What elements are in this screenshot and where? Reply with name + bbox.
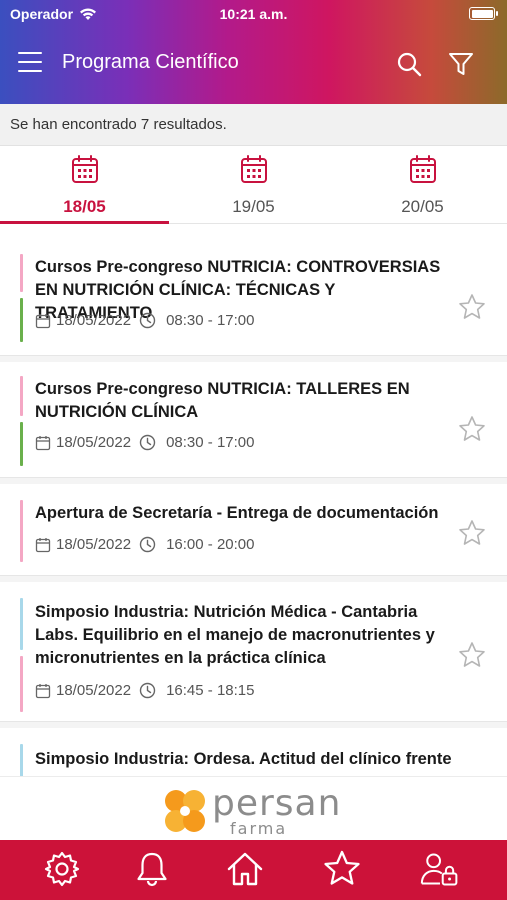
app-header: Operador 10:21 a.m. Programa Científico [0, 0, 507, 104]
sponsor-logo: persan farma [160, 783, 360, 838]
event-title: Cursos Pre-congreso NUTRICIA: TALLERES E… [35, 380, 410, 421]
star-icon[interactable] [457, 292, 487, 322]
results-bar: Se han encontrado 7 resultados. [0, 104, 507, 146]
filter-icon[interactable] [447, 50, 475, 78]
page-title: Programa Científico [62, 51, 239, 73]
list-item[interactable]: Simposio Industria: Nutrición Médica - C… [0, 582, 507, 722]
category-bar [20, 656, 23, 712]
star-icon[interactable] [457, 640, 487, 670]
event-date: 18/05/2022 [56, 536, 132, 553]
tab-active-indicator [0, 221, 169, 224]
category-bar [20, 422, 23, 466]
date-tabs: 18/05 19/05 20/05 [0, 146, 507, 224]
tab-label: 18/05 [63, 197, 106, 216]
status-time: 10:21 a.m. [219, 6, 288, 22]
event-meta: 18/05/2022 08:30 - 17:00 [35, 312, 254, 329]
clock-icon [139, 434, 156, 451]
event-meta: 18/05/2022 16:45 - 18:15 [35, 682, 254, 699]
bottom-nav [0, 840, 507, 900]
list-item[interactable]: Cursos Pre-congreso NUTRICIA: CONTROVERS… [0, 242, 507, 356]
star-icon[interactable] [457, 518, 487, 548]
search-icon[interactable] [395, 50, 423, 78]
clock-icon [139, 682, 156, 699]
event-title: Apertura de Secretaría - Entrega de docu… [35, 504, 439, 522]
event-time: 16:45 - 18:15 [166, 682, 255, 699]
star-icon[interactable] [322, 849, 362, 889]
category-bar [20, 298, 23, 342]
category-bar [20, 376, 23, 416]
calendar-small-icon [35, 537, 51, 552]
event-time: 16:00 - 20:00 [166, 536, 255, 553]
calendar-icon [409, 155, 436, 183]
results-count: Se han encontrado 7 resultados. [10, 116, 227, 133]
event-title: Simposio Industria: Ordesa. Actitud del … [35, 750, 452, 768]
bell-icon[interactable] [132, 849, 172, 889]
clock-icon [139, 312, 156, 329]
battery-icon [469, 7, 498, 20]
sponsor-banner[interactable]: persan farma [0, 776, 507, 840]
list-item[interactable]: Apertura de Secretaría - Entrega de docu… [0, 484, 507, 576]
calendar-small-icon [35, 313, 51, 328]
status-bar: Operador 10:21 a.m. [0, 0, 507, 28]
calendar-icon [71, 155, 98, 183]
event-date: 18/05/2022 [56, 682, 132, 699]
sponsor-name: persan [212, 783, 342, 824]
home-icon[interactable] [225, 849, 265, 889]
sponsor-flower-icon [165, 790, 205, 832]
event-time: 08:30 - 17:00 [166, 434, 255, 451]
category-bar [20, 500, 23, 562]
calendar-icon [240, 155, 267, 183]
clock-icon [139, 536, 156, 553]
event-meta: 18/05/2022 08:30 - 17:00 [35, 434, 254, 451]
calendar-small-icon [35, 435, 51, 450]
settings-icon[interactable] [42, 849, 82, 889]
tab-label: 20/05 [401, 197, 444, 216]
toolbar: Programa Científico [0, 40, 507, 90]
event-date: 18/05/2022 [56, 312, 132, 329]
list-item[interactable]: Simposio Industria: Ordesa. Actitud del … [0, 728, 507, 776]
event-title: Simposio Industria: Nutrición Médica - C… [35, 603, 435, 667]
event-meta: 18/05/2022 16:00 - 20:00 [35, 536, 254, 553]
category-bar [20, 254, 23, 292]
event-time: 08:30 - 17:00 [166, 312, 255, 329]
list-item[interactable]: Cursos Pre-congreso NUTRICIA: TALLERES E… [0, 362, 507, 478]
sponsor-sub: farma [230, 819, 288, 838]
calendar-small-icon [35, 683, 51, 698]
category-bar [20, 598, 23, 650]
tab-date-2[interactable]: 19/05 [169, 146, 338, 224]
menu-icon[interactable] [18, 52, 44, 74]
tab-date-3[interactable]: 20/05 [338, 146, 507, 224]
user-lock-icon[interactable] [420, 849, 460, 889]
tab-label: 19/05 [232, 197, 275, 216]
tab-date-1[interactable]: 18/05 [0, 146, 169, 224]
event-date: 18/05/2022 [56, 434, 132, 451]
category-bar [20, 744, 23, 776]
star-icon[interactable] [457, 414, 487, 444]
event-list: Cursos Pre-congreso NUTRICIA: CONTROVERS… [0, 232, 507, 776]
